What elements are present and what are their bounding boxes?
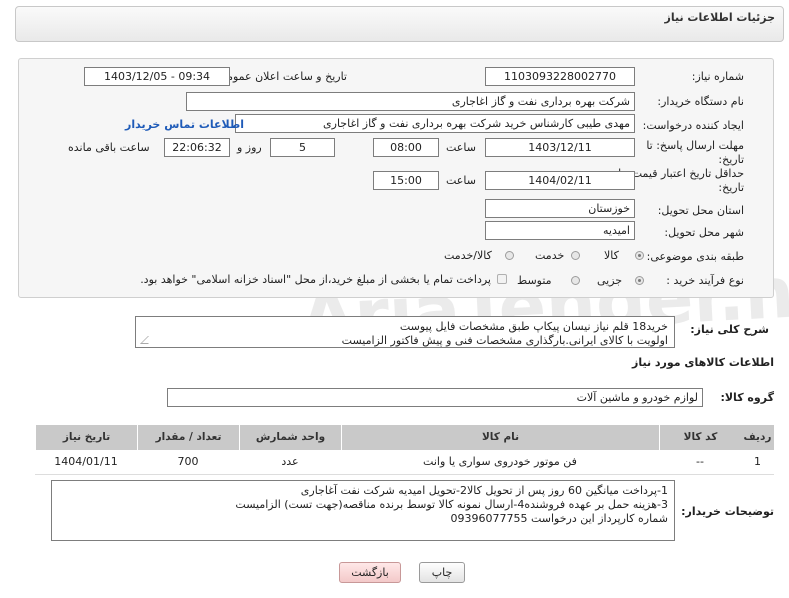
validity-time-field: 15:00 xyxy=(373,171,439,190)
need-number-label: شماره نیاز: xyxy=(691,70,744,83)
col-row: ردیف xyxy=(743,431,772,443)
category-label: طبقه بندی موضوعی: xyxy=(646,250,744,263)
summary-textarea: خرید18 قلم نیاز نیسان پیکاپ طبق مشخصات ف… xyxy=(135,316,675,348)
col-unit: واحد شمارش xyxy=(239,425,341,450)
cell-date: 1404/01/11 xyxy=(54,455,118,468)
goods-group-field: لوازم خودرو و ماشین آلات xyxy=(167,388,703,407)
col-name: نام کالا xyxy=(341,425,659,450)
deadline-label-2: تاریخ: xyxy=(718,153,744,166)
validity-label-1: حداقل تاریخ اعتبار قیمت: تا xyxy=(618,167,744,180)
buyer-notes-line-1: 1-پرداخت میانگین 60 روز پس از تحویل کالا… xyxy=(300,484,668,497)
process-label: نوع فرآیند خرید : xyxy=(666,274,744,287)
col-code: کد کالا xyxy=(659,425,741,450)
creator-label: ایجاد کننده درخواست: xyxy=(642,119,744,132)
process-radio-medium[interactable] xyxy=(571,276,580,285)
col-quantity: تعداد / مقدار xyxy=(137,425,239,450)
cell-quantity: 700 xyxy=(177,455,199,468)
process-option-minor: جزیی xyxy=(597,274,623,287)
col-date: تاریخ نیاز xyxy=(35,425,137,450)
announce-field: 1403/12/05 - 09:34 xyxy=(84,67,230,86)
table-row: 1404/01/11 700 عدد فن موتور خودروی سواری… xyxy=(35,450,774,475)
buyer-notes-line-2: 3-هزینه حمل بر عهده فروشنده4-ارسال نمونه… xyxy=(235,498,668,511)
category-radio-service[interactable] xyxy=(571,251,580,260)
category-option-goods: کالا xyxy=(604,249,619,262)
process-radio-minor[interactable] xyxy=(635,276,644,285)
process-option-medium: متوسط xyxy=(517,274,552,287)
buyer-notes-textarea: 1-پرداخت میانگین 60 روز پس از تحویل کالا… xyxy=(51,480,675,541)
cell-row: 1 xyxy=(754,455,761,468)
goods-group-label: گروه کالا: xyxy=(720,391,774,404)
print-button[interactable]: چاپ xyxy=(419,562,465,583)
validity-time-label: ساعت xyxy=(446,174,476,187)
category-radio-goods[interactable] xyxy=(635,251,644,260)
category-option-service: خدمت xyxy=(535,249,565,262)
treasury-checkbox[interactable] xyxy=(497,274,507,284)
announce-label: تاریخ و ساعت اعلان عمومی: xyxy=(214,70,347,83)
summary-line-2: اولویت با کالای ایرانی.بارگذاری مشخصات ف… xyxy=(341,334,668,347)
buyer-label: نام دستگاه خریدار: xyxy=(657,95,744,108)
cell-code: -- xyxy=(696,455,704,468)
deadline-days-field: 5 xyxy=(270,138,335,157)
deadline-date-field: 1403/12/11 xyxy=(485,138,635,157)
city-label: شهر محل تحویل: xyxy=(664,226,744,239)
remaining-time-field: 22:06:32 xyxy=(164,138,230,157)
buyer-notes-line-3: شماره کارپرداز این درخواست 09396077755 xyxy=(450,512,668,525)
category-option-both: کالا/خدمت xyxy=(444,249,492,262)
treasury-note: پرداخت تمام یا بخشی از مبلغ خرید،از محل … xyxy=(140,273,491,286)
remaining-time-label: ساعت باقی مانده xyxy=(68,141,150,154)
deadline-time-field: 08:00 xyxy=(373,138,439,157)
buyer-notes-label: توضیحات خریدار: xyxy=(681,505,774,518)
buyer-field: شرکت بهره برداری نفت و گاز اغاجاری xyxy=(186,92,635,111)
need-number-field: 1103093228002770 xyxy=(485,67,635,86)
summary-label: شرح کلی نیاز: xyxy=(690,323,769,336)
deadline-label-1: مهلت ارسال پاسخ: تا xyxy=(646,139,744,152)
back-button[interactable]: بازگشت xyxy=(339,562,401,583)
province-field: خوزستان xyxy=(485,199,635,218)
deadline-time-label: ساعت xyxy=(446,141,476,154)
creator-field: مهدی طیبی کارشناس خرید شرکت بهره برداری … xyxy=(235,114,635,133)
city-field: امیدیه xyxy=(485,221,635,240)
cell-name: فن موتور خودروی سواری یا وانت xyxy=(423,455,577,468)
validity-label-2: تاریخ: xyxy=(718,181,744,194)
category-radio-both[interactable] xyxy=(505,251,514,260)
goods-section-title: اطلاعات کالاهای مورد نیاز xyxy=(632,356,774,369)
page-title: جزئیات اطلاعات نیاز xyxy=(664,11,776,24)
validity-date-field: 1404/02/11 xyxy=(485,171,635,190)
buyer-contact-link[interactable]: اطلاعات تماس خریدار xyxy=(125,118,244,131)
summary-line-1: خرید18 قلم نیاز نیسان پیکاپ طبق مشخصات ف… xyxy=(399,320,668,333)
goods-table-header: تاریخ نیاز تعداد / مقدار واحد شمارش نام … xyxy=(35,425,774,450)
province-label: استان محل تحویل: xyxy=(657,204,744,217)
deadline-days-label: روز و xyxy=(237,141,262,154)
cell-unit: عدد xyxy=(281,455,299,468)
